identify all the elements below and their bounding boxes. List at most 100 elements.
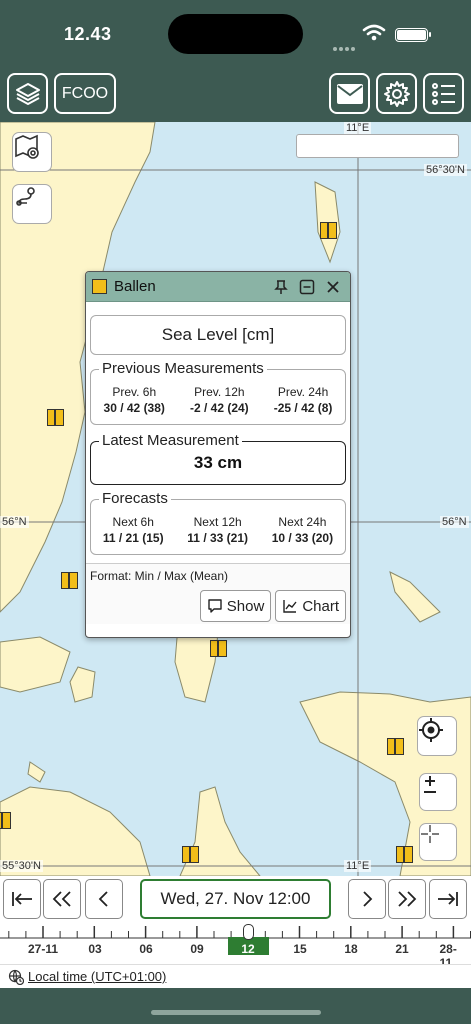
cross-icon bbox=[421, 825, 439, 843]
tick-label: 15 bbox=[293, 942, 307, 956]
tick-label: 18 bbox=[344, 942, 358, 956]
chevron-left-icon bbox=[98, 891, 108, 907]
chevron-right-icon bbox=[363, 891, 373, 907]
tick-label: 21 bbox=[395, 942, 409, 956]
station-marker-selected[interactable] bbox=[210, 640, 227, 657]
tick-label: 06 bbox=[139, 942, 153, 956]
station-marker[interactable] bbox=[396, 846, 413, 863]
station-marker[interactable] bbox=[0, 812, 11, 829]
parameter-title: Sea Level [cm] bbox=[90, 315, 346, 355]
map-settings-button[interactable] bbox=[12, 132, 52, 172]
slider-handle[interactable] bbox=[243, 924, 254, 940]
wifi-icon bbox=[362, 24, 386, 41]
previous-measurements: Previous Measurements Prev. 6h 30 / 42 (3… bbox=[90, 360, 346, 425]
home-indicator bbox=[151, 1010, 321, 1015]
minimize-icon bbox=[299, 279, 315, 294]
current-time-display[interactable]: Wed, 27. Nov 12:00 bbox=[140, 879, 331, 919]
coord-label: 56°30'N bbox=[424, 164, 467, 176]
popup-header: Ballen bbox=[86, 272, 350, 302]
gear-icon bbox=[383, 80, 410, 107]
format-note: Format: Min / Max (Mean) bbox=[86, 563, 350, 588]
comment-icon bbox=[208, 599, 222, 613]
envelope-icon bbox=[336, 83, 363, 104]
close-icon bbox=[327, 280, 339, 293]
station-marker[interactable] bbox=[320, 222, 337, 239]
station-square-icon bbox=[92, 279, 107, 294]
battery-icon bbox=[395, 28, 431, 42]
latest-legend: Latest Measurement bbox=[99, 432, 242, 449]
station-marker[interactable] bbox=[47, 409, 64, 426]
dynamic-island bbox=[168, 14, 303, 54]
crosshair-icon bbox=[419, 718, 443, 742]
zoom-button[interactable] bbox=[419, 773, 457, 811]
locate-button[interactable] bbox=[417, 716, 457, 756]
home-indicator-area bbox=[0, 988, 471, 1024]
popup-title: Ballen bbox=[114, 278, 156, 295]
coord-label: 11°E bbox=[344, 122, 372, 134]
station-marker[interactable] bbox=[182, 846, 199, 863]
coord-label: 11°E bbox=[344, 860, 372, 872]
signal-icon bbox=[333, 38, 357, 56]
tick-label-current: 12 bbox=[241, 942, 255, 956]
local-time-bar[interactable]: Local time (UTC+01:00) bbox=[0, 964, 471, 988]
app-toolbar: FCOO bbox=[0, 66, 471, 122]
double-chevron-right-icon bbox=[398, 891, 417, 907]
station-popup: Ballen Sea Level [cm] Previous Measureme… bbox=[85, 271, 351, 638]
chart-label: Chart bbox=[302, 597, 339, 615]
previous-legend: Previous Measurements bbox=[99, 360, 267, 377]
close-button[interactable] bbox=[322, 276, 344, 298]
show-button[interactable]: Show bbox=[199, 590, 272, 622]
first-time-button[interactable] bbox=[3, 879, 41, 919]
route-button[interactable] bbox=[12, 184, 52, 224]
forward-button[interactable] bbox=[348, 879, 386, 919]
map-search-box[interactable] bbox=[296, 134, 459, 158]
prev-24h: Prev. 24h -25 / 42 (8) bbox=[273, 385, 333, 415]
latest-measurement: Latest Measurement 33 cm bbox=[90, 432, 346, 485]
plus-minus-icon bbox=[424, 776, 436, 793]
route-icon bbox=[16, 187, 35, 206]
center-marker-button[interactable] bbox=[419, 823, 457, 861]
tick-label: 03 bbox=[88, 942, 102, 956]
back-fast-button[interactable] bbox=[43, 879, 81, 919]
list-icon bbox=[431, 82, 455, 105]
skip-last-icon bbox=[438, 892, 458, 906]
latest-value: 33 cm bbox=[193, 453, 243, 472]
next-12h: Next 12h 11 / 33 (21) bbox=[187, 515, 249, 545]
last-time-button[interactable] bbox=[429, 879, 467, 919]
pin-button[interactable] bbox=[270, 276, 292, 298]
chart-button[interactable]: Chart bbox=[275, 590, 346, 622]
local-time-link[interactable]: Local time (UTC+01:00) bbox=[28, 969, 166, 984]
popup-body: Sea Level [cm] Previous Measurements Pre… bbox=[86, 302, 350, 588]
fcoo-button[interactable]: FCOO bbox=[54, 73, 116, 114]
settings-button[interactable] bbox=[376, 73, 417, 114]
show-label: Show bbox=[226, 597, 265, 615]
minimize-button[interactable] bbox=[296, 276, 318, 298]
layers-button[interactable] bbox=[7, 73, 48, 114]
pin-icon bbox=[274, 279, 288, 294]
forward-fast-button[interactable] bbox=[388, 879, 426, 919]
globe-clock-icon bbox=[8, 969, 24, 985]
status-time: 12.43 bbox=[64, 24, 112, 44]
layers-icon bbox=[15, 82, 40, 105]
skip-first-icon bbox=[12, 892, 32, 906]
prev-6h: Prev. 6h 30 / 42 (38) bbox=[103, 385, 165, 415]
back-button[interactable] bbox=[85, 879, 123, 919]
double-chevron-left-icon bbox=[52, 891, 71, 907]
forecasts-legend: Forecasts bbox=[99, 490, 171, 507]
station-marker[interactable] bbox=[387, 738, 404, 755]
coord-label: 55°30'N bbox=[0, 860, 43, 872]
map-gear-icon bbox=[15, 134, 39, 159]
station-marker[interactable] bbox=[61, 572, 78, 589]
next-6h: Next 6h 11 / 21 (15) bbox=[102, 515, 164, 545]
tick-label: 27-11 bbox=[27, 942, 59, 956]
popup-footer: Show Chart bbox=[86, 588, 350, 624]
next-24h: Next 24h 10 / 33 (20) bbox=[271, 515, 334, 545]
menu-button[interactable] bbox=[423, 73, 464, 114]
coord-label: 56°N bbox=[0, 516, 29, 528]
coord-label: 56°N bbox=[440, 516, 469, 528]
messages-button[interactable] bbox=[329, 73, 370, 114]
status-bar: 12.43 bbox=[0, 0, 471, 66]
time-navigation: Wed, 27. Nov 12:00 bbox=[0, 876, 471, 922]
prev-12h: Prev. 12h -2 / 42 (24) bbox=[189, 385, 249, 415]
fcoo-label: FCOO bbox=[61, 84, 109, 102]
